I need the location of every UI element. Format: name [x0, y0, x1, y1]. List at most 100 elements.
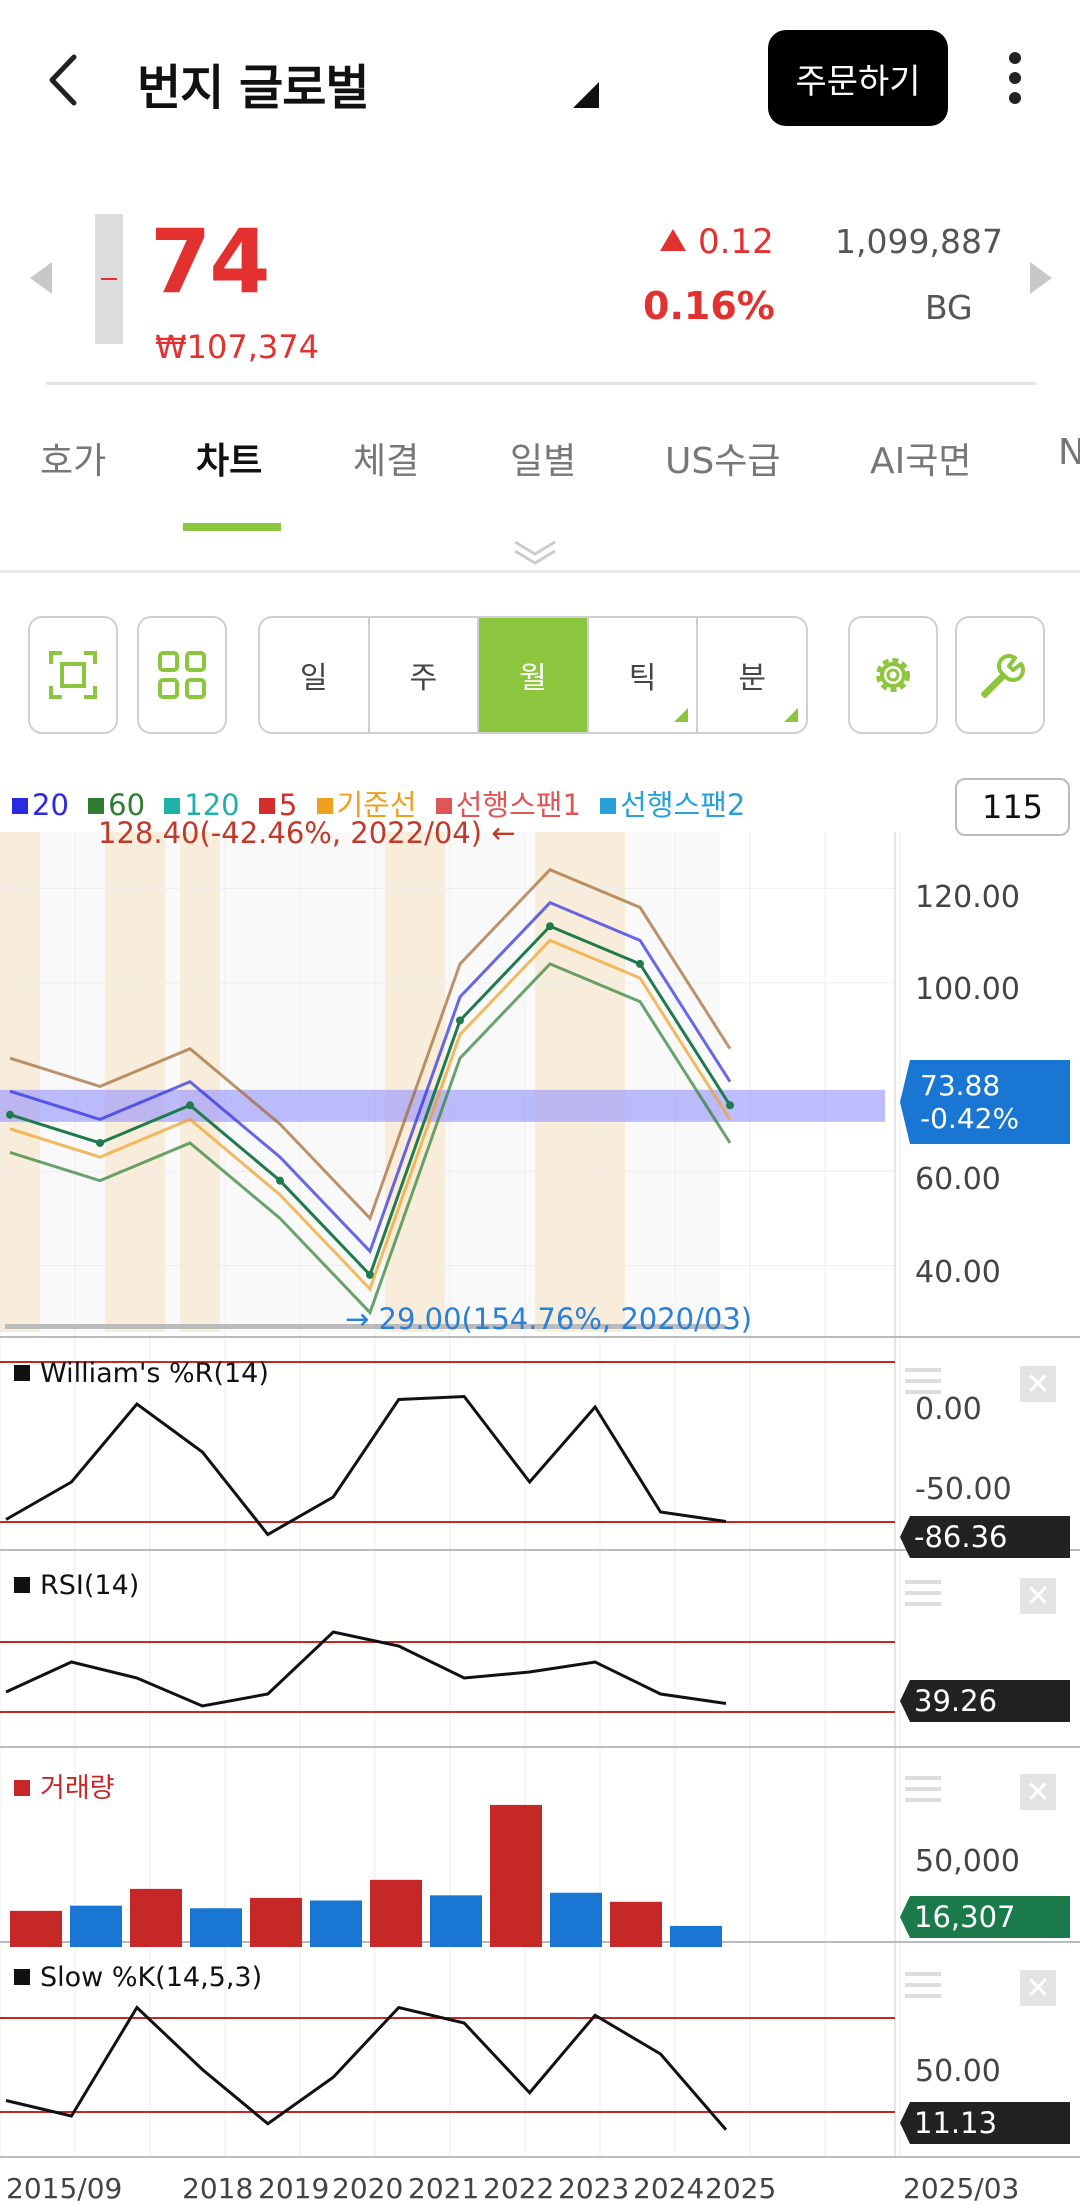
- layout-button[interactable]: [137, 616, 227, 734]
- divider: [0, 570, 1080, 573]
- panel-menu-icon[interactable]: [905, 1580, 941, 1606]
- price-change-value: 0.12: [698, 222, 774, 262]
- volume-bar: [250, 1897, 302, 1947]
- quote-summary: 74 ₩107,374 0.12 0.16% 1,099,887 BG: [0, 200, 1080, 390]
- y-tick-label: 40.00: [915, 1255, 1001, 1290]
- current-price: 74: [150, 210, 270, 313]
- page-title[interactable]: 번지 글로벌: [137, 48, 370, 118]
- rsi-title-text: RSI(14): [40, 1570, 140, 1601]
- x-tick-label: 2022: [483, 2172, 555, 2205]
- y-tick-label: 60.00: [915, 1162, 1001, 1197]
- x-tick-label: 2015/09: [6, 2172, 123, 2205]
- panel-close-icon[interactable]: ✕: [1020, 1366, 1056, 1402]
- low-price-label: → 29.00(154.76%, 2020/03): [345, 1302, 753, 1336]
- panel-menu-icon[interactable]: [905, 1368, 941, 1394]
- period-tick-label: 틱: [628, 661, 657, 696]
- legend-item: 20: [12, 788, 69, 822]
- period-day-label: 일: [299, 661, 328, 696]
- next-stock-icon[interactable]: [1030, 262, 1052, 294]
- order-button[interactable]: 주문하기: [768, 30, 948, 126]
- rsi-value-tag: 39.26: [900, 1680, 1070, 1722]
- period-minute[interactable]: 분: [698, 618, 806, 732]
- volume-bar: [10, 1910, 62, 1947]
- tab-bar: 호가 차트 체결 일별 US수급 AI국면 N: [0, 420, 1080, 540]
- active-tab-indicator: [183, 523, 281, 531]
- period-selector: 일 주 월 틱 분: [258, 616, 808, 734]
- x-tick-label: 2024: [633, 2172, 705, 2205]
- y-tick-label: 120.00: [915, 880, 1020, 915]
- panel-menu-icon[interactable]: [905, 1972, 941, 1998]
- app-header: 번지 글로벌 주문하기: [0, 0, 1080, 160]
- slowk-value-tag: 11.13: [900, 2102, 1070, 2144]
- price-point: [6, 1110, 14, 1119]
- y-tick-label: 50.00: [915, 2054, 1001, 2089]
- x-tick-label: 2019: [258, 2172, 330, 2205]
- period-week[interactable]: 주: [370, 618, 480, 732]
- fullscreen-button[interactable]: [28, 616, 118, 734]
- x-tick-label: 2025/03: [903, 2172, 1020, 2205]
- tools-button[interactable]: [955, 616, 1045, 734]
- williams-line: [5, 1394, 727, 1537]
- price-point: [276, 1176, 284, 1185]
- volume-bar: [310, 1900, 362, 1947]
- current-price-tag-pct: -0.42%: [920, 1102, 1020, 1135]
- tab-more[interactable]: N: [1058, 432, 1080, 473]
- tab-ai-phase[interactable]: AI국면: [870, 432, 971, 484]
- y-tick-label: 50,000: [915, 1844, 1020, 1879]
- y-tick-label: 100.00: [915, 972, 1020, 1007]
- high-price-label: 128.40(-42.46%, 2022/04) ←: [98, 816, 516, 850]
- stock-chart[interactable]: 20 60 120 5 기준선 선행스팬1 선행스팬2 115 128.40(-…: [0, 772, 1080, 2205]
- volume-title-text: 거래량: [40, 1773, 115, 1804]
- williams-panel-title: William's %R(14): [14, 1358, 269, 1389]
- tab-us-flow[interactable]: US수급: [665, 432, 780, 484]
- period-day[interactable]: 일: [260, 618, 370, 732]
- volume-bar: [130, 1888, 182, 1947]
- price-range-bar: [95, 214, 123, 344]
- williams-title-text: William's %R(14): [40, 1358, 269, 1389]
- panel-menu-icon[interactable]: [905, 1776, 941, 1802]
- legend-label: 선행스팬2: [620, 788, 746, 822]
- tab-trades[interactable]: 체결: [353, 432, 419, 484]
- previous-stock-icon[interactable]: [30, 262, 52, 294]
- volume-bar: [610, 1901, 662, 1947]
- period-tick[interactable]: 틱: [589, 618, 699, 732]
- chart-toolbar: 일 주 월 틱 분: [0, 612, 1080, 742]
- period-month-label: 월: [519, 661, 547, 696]
- tab-orderbook[interactable]: 호가: [40, 432, 106, 484]
- collapse-chevron-icon[interactable]: [510, 538, 560, 568]
- price-point: [546, 922, 554, 931]
- volume-panel-title: 거래량: [14, 1766, 115, 1805]
- more-options-icon[interactable]: [995, 48, 1035, 108]
- price-krw: ₩107,374: [155, 328, 319, 366]
- divider: [46, 382, 1036, 385]
- volume-bar: [190, 1908, 242, 1947]
- settings-button[interactable]: [848, 616, 938, 734]
- x-tick-label: 2021: [408, 2172, 480, 2205]
- trade-volume: 1,099,887: [835, 222, 1003, 261]
- volume-bar: [670, 1925, 722, 1947]
- volume-bar: [70, 1905, 122, 1947]
- dropdown-triangle-icon[interactable]: [573, 82, 599, 108]
- price-point: [96, 1138, 104, 1147]
- tab-daily[interactable]: 일별: [510, 432, 576, 484]
- volume-bar: [490, 1804, 542, 1947]
- current-price-tag-value: 73.88: [920, 1069, 1001, 1102]
- price-point: [186, 1101, 194, 1110]
- period-week-label: 주: [409, 661, 438, 696]
- fullscreen-icon: [49, 651, 97, 699]
- panel-close-icon[interactable]: ✕: [1020, 1970, 1056, 2006]
- period-month[interactable]: 월: [479, 618, 589, 732]
- volume-bar: [370, 1879, 422, 1947]
- candle-count[interactable]: 115: [955, 778, 1070, 836]
- y-tick-label: 0.00: [915, 1392, 982, 1427]
- price-change: 0.12: [660, 222, 774, 262]
- y-tick-label: -50.00: [915, 1472, 1012, 1507]
- wrench-icon: [981, 654, 1025, 698]
- panel-close-icon[interactable]: ✕: [1020, 1774, 1056, 1810]
- price-point: [456, 1016, 464, 1025]
- panel-close-icon[interactable]: ✕: [1020, 1578, 1056, 1614]
- x-tick-label: 2018: [182, 2172, 254, 2205]
- tab-chart[interactable]: 차트: [196, 432, 262, 484]
- up-triangle-icon: [660, 229, 686, 251]
- back-arrow-icon[interactable]: [40, 45, 90, 115]
